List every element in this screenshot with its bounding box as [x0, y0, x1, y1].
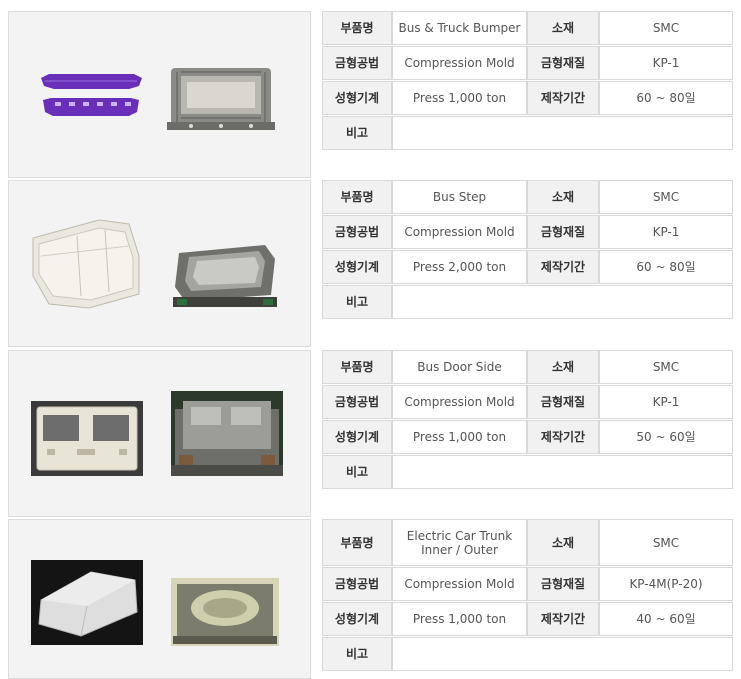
- label-machine: 성형기계: [322, 250, 392, 284]
- trunk-mold-photo: [171, 578, 279, 646]
- value-part-name: Electric Car Trunk Inner / Outer: [392, 519, 527, 566]
- bus-step-product-photo: [32, 219, 140, 309]
- label-machine: 성형기계: [322, 602, 392, 636]
- product-photo-panel: [8, 11, 311, 178]
- value-period: 60 ~ 80일: [599, 81, 733, 115]
- label-remarks: 비고: [322, 116, 392, 150]
- bus-step-mold-photo: [173, 245, 277, 307]
- product-row-2: 부품명 Bus Step 소재 SMC 금형공법 Compression Mol…: [8, 180, 733, 347]
- value-mold-material: KP-1: [599, 46, 733, 80]
- label-remarks: 비고: [322, 285, 392, 319]
- label-part-name: 부품명: [322, 519, 392, 566]
- part-name-line-2: Inner / Outer: [421, 542, 498, 557]
- value-period: 50 ~ 60일: [599, 420, 733, 454]
- label-period: 제작기간: [527, 602, 599, 636]
- value-part-name: Bus Step: [392, 180, 527, 214]
- value-material: SMC: [599, 519, 733, 566]
- label-mold-material: 금형재질: [527, 567, 599, 601]
- value-period: 40 ~ 60일: [599, 602, 733, 636]
- value-remarks: [392, 285, 733, 319]
- value-mold-method: Compression Mold: [392, 385, 527, 419]
- value-remarks: [392, 637, 733, 671]
- label-part-name: 부품명: [322, 350, 392, 384]
- trunk-product-photo: [31, 560, 143, 645]
- label-mold-method: 금형공법: [322, 567, 392, 601]
- value-machine: Press 1,000 ton: [392, 420, 527, 454]
- label-material: 소재: [527, 519, 599, 566]
- label-mold-method: 금형공법: [322, 385, 392, 419]
- value-mold-material: KP-4M(P-20): [599, 567, 733, 601]
- part-name-line-1: Electric Car Trunk: [406, 528, 513, 543]
- value-mold-method: Compression Mold: [392, 215, 527, 249]
- value-machine: Press 1,000 ton: [392, 81, 527, 115]
- label-mold-method: 금형공법: [322, 46, 392, 80]
- door-side-product-photo: [31, 401, 143, 476]
- label-material: 소재: [527, 180, 599, 214]
- value-material: SMC: [599, 350, 733, 384]
- label-mold-method: 금형공법: [322, 215, 392, 249]
- product-row-4: 부품명 Electric Car Trunk Inner / Outer 소재 …: [8, 519, 733, 679]
- label-machine: 성형기계: [322, 420, 392, 454]
- value-machine: Press 2,000 ton: [392, 250, 527, 284]
- product-photo-panel: [8, 519, 311, 679]
- label-part-name: 부품명: [322, 180, 392, 214]
- product-photo-panel: [8, 180, 311, 347]
- value-material: SMC: [599, 180, 733, 214]
- label-mold-material: 금형재질: [527, 215, 599, 249]
- bumper-mold-photo: [167, 68, 275, 130]
- label-mold-material: 금형재질: [527, 46, 599, 80]
- label-mold-material: 금형재질: [527, 385, 599, 419]
- value-remarks: [392, 116, 733, 150]
- label-part-name: 부품명: [322, 11, 392, 45]
- label-machine: 성형기계: [322, 81, 392, 115]
- value-mold-method: Compression Mold: [392, 567, 527, 601]
- value-mold-material: KP-1: [599, 385, 733, 419]
- door-side-mold-photo: [171, 391, 283, 476]
- product-photo-panel: [8, 350, 311, 517]
- value-mold-method: Compression Mold: [392, 46, 527, 80]
- label-period: 제작기간: [527, 420, 599, 454]
- label-remarks: 비고: [322, 637, 392, 671]
- value-part-name: Bus & Truck Bumper: [392, 11, 527, 45]
- value-remarks: [392, 455, 733, 489]
- bumper-product-photo: [41, 74, 142, 116]
- value-part-name: Bus Door Side: [392, 350, 527, 384]
- product-row-3: 부품명 Bus Door Side 소재 SMC 금형공법 Compressio…: [8, 350, 733, 517]
- label-material: 소재: [527, 11, 599, 45]
- value-period: 60 ~ 80일: [599, 250, 733, 284]
- label-remarks: 비고: [322, 455, 392, 489]
- label-period: 제작기간: [527, 250, 599, 284]
- label-period: 제작기간: [527, 81, 599, 115]
- value-machine: Press 1,000 ton: [392, 602, 527, 636]
- value-material: SMC: [599, 11, 733, 45]
- value-mold-material: KP-1: [599, 215, 733, 249]
- product-row-1: 부품명 Bus & Truck Bumper 소재 SMC 금형공법 Compr…: [8, 11, 733, 178]
- label-material: 소재: [527, 350, 599, 384]
